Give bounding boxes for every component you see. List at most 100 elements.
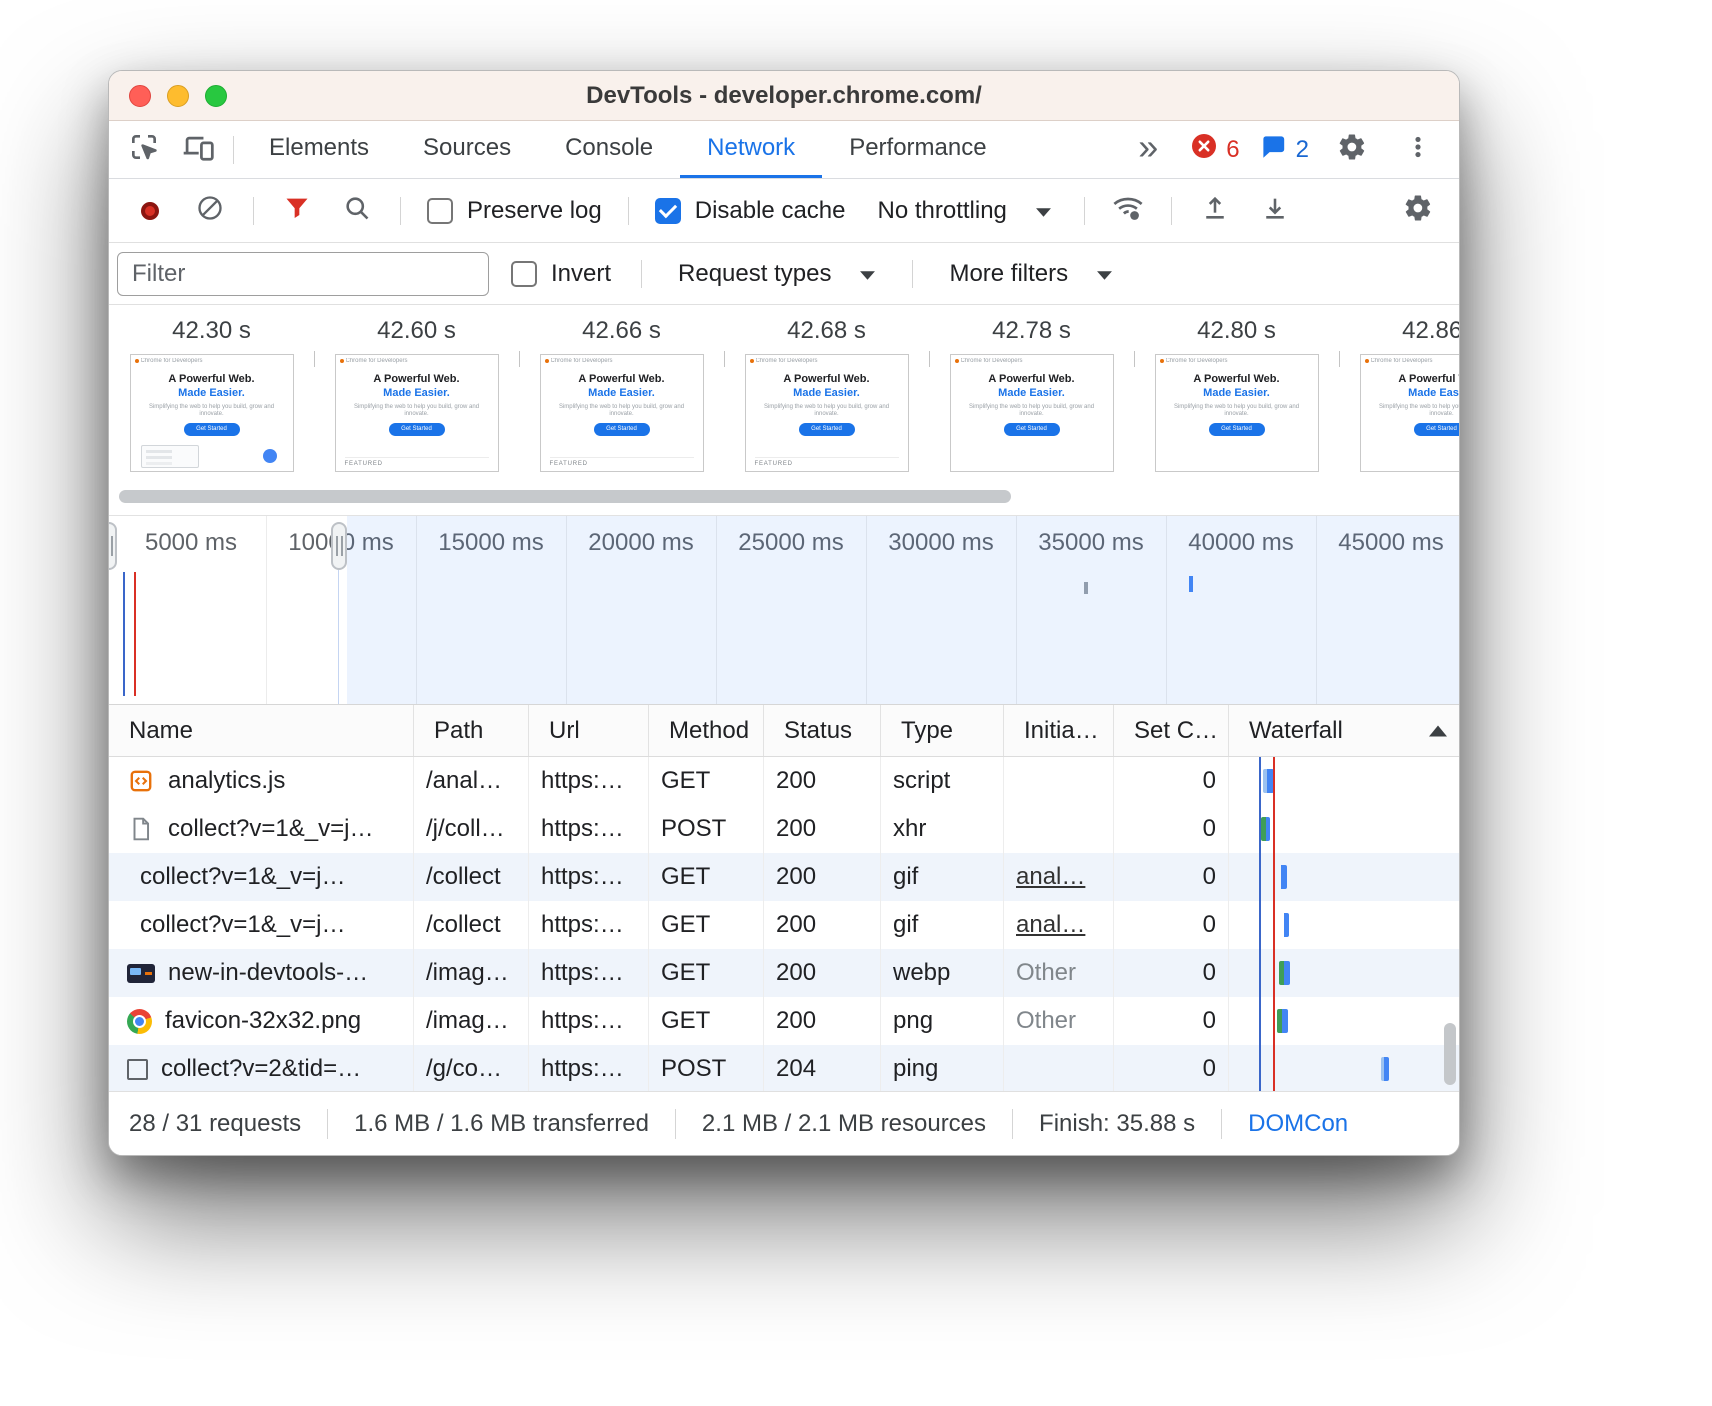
minimize-window-button[interactable] [167, 85, 189, 107]
column-header-status[interactable]: Status [764, 705, 881, 756]
filmstrip-frame[interactable]: 42.78 sChrome for DevelopersA Powerful W… [929, 305, 1134, 477]
import-har-button[interactable] [1190, 188, 1240, 234]
cell-method: POST [649, 1045, 764, 1091]
tab-network[interactable]: Network [680, 121, 822, 178]
status-domcontentloaded-link[interactable]: DOMCon [1248, 1110, 1348, 1138]
table-row[interactable]: collect?v=1&_v=j…/j/coll…https:…POST200x… [109, 805, 1459, 853]
tab-performance[interactable]: Performance [822, 121, 1013, 178]
network-conditions-button[interactable] [1103, 188, 1153, 234]
cell-type: ping [881, 1045, 1004, 1091]
table-row[interactable]: analytics.js/anal…https:…GET200script0 [109, 757, 1459, 805]
column-header-name[interactable]: Name [109, 705, 414, 756]
timeline-overview[interactable]: 5000 ms10000 ms15000 ms20000 ms25000 ms3… [109, 515, 1459, 705]
cell-path: /collect [414, 853, 529, 901]
column-header-url[interactable]: Url [529, 705, 649, 756]
cell-name: collect?v=1&_v=j… [109, 901, 414, 949]
waterfall-bars [1281, 865, 1287, 889]
throttling-select[interactable]: No throttling [863, 197, 1065, 225]
cell-type: gif [881, 853, 1004, 901]
more-options-button[interactable] [1391, 127, 1445, 173]
column-header-setc[interactable]: Set C… [1114, 705, 1229, 756]
left-range-handle[interactable] [109, 522, 117, 570]
device-toolbar-button[interactable] [171, 127, 225, 173]
checkbox-icon [427, 198, 453, 224]
network-settings-button[interactable] [1393, 188, 1443, 234]
cell-status: 200 [764, 997, 881, 1045]
filter-toggle-button[interactable] [272, 188, 322, 234]
cell-path: /j/coll… [414, 805, 529, 853]
chrome-file-icon [127, 1009, 152, 1034]
featured-label: FEATURED [550, 457, 694, 467]
column-label: Initia… [1024, 717, 1099, 745]
filmstrip-frame[interactable]: 42.66 sChrome for DevelopersA Powerful W… [519, 305, 724, 477]
invert-checkbox[interactable]: Invert [503, 260, 619, 288]
waterfall-segment [1266, 817, 1270, 841]
table-row[interactable]: collect?v=1&_v=j…/collecthttps:…GET200gi… [109, 853, 1459, 901]
zoom-window-button[interactable] [205, 85, 227, 107]
search-button[interactable] [332, 188, 382, 234]
timeline-gridline [266, 516, 267, 704]
initiator-link[interactable]: anal… [1016, 911, 1085, 939]
preserve-log-checkbox[interactable]: Preserve log [419, 197, 610, 225]
filmstrip-frame[interactable]: 42.60 sChrome for DevelopersA Powerful W… [314, 305, 519, 477]
site-logo-icon [1160, 359, 1164, 363]
disable-cache-checkbox[interactable]: Disable cache [647, 197, 854, 225]
waterfall-domcontentloaded-line [1259, 757, 1261, 1091]
column-header-type[interactable]: Type [881, 705, 1004, 756]
vertical-scrollbar-thumb[interactable] [1444, 1023, 1456, 1085]
table-row[interactable]: favicon-32x32.png/imag…https:…GET200pngO… [109, 997, 1459, 1045]
download-icon [1261, 194, 1289, 227]
site-header-text: Chrome for Developers [141, 358, 203, 364]
request-types-select[interactable]: Request types [664, 260, 890, 288]
waterfall-segment [1384, 1057, 1389, 1081]
table-row[interactable]: collect?v=1&_v=j…/collecthttps:…GET200gi… [109, 901, 1459, 949]
hero-heading-1: A Powerful Web. [1361, 373, 1460, 387]
more-tabs-icon: » [1138, 129, 1158, 165]
hero-heading-2: Made Easier. [1361, 387, 1460, 401]
issues-badge[interactable]: 2 [1256, 133, 1313, 167]
site-logo-icon [545, 359, 549, 363]
filmstrip-frame[interactable]: 42.80 sChrome for DevelopersA Powerful W… [1134, 305, 1339, 477]
toolbar-divider [912, 260, 913, 288]
table-row[interactable]: collect?v=2&tid=…/g/co…https:…POST204pin… [109, 1045, 1459, 1091]
horizontal-scrollbar-thumb[interactable] [119, 490, 1011, 503]
close-window-button[interactable] [129, 85, 151, 107]
request-name: new-in-devtools-… [168, 959, 368, 987]
settings-button[interactable] [1325, 127, 1379, 173]
cell-status: 204 [764, 1045, 881, 1091]
initiator-link[interactable]: anal… [1016, 863, 1085, 891]
cell-method: GET [649, 901, 764, 949]
right-range-handle[interactable] [331, 522, 347, 570]
filmstrip-frame[interactable]: 42.30 sChrome for DevelopersA Powerful W… [109, 305, 314, 477]
filter-input[interactable] [117, 252, 489, 296]
issues-count: 2 [1296, 136, 1309, 164]
chevron-down-icon [1096, 260, 1113, 288]
cell-type: script [881, 757, 1004, 805]
tab-sources[interactable]: Sources [396, 121, 538, 178]
column-header-waterfall[interactable]: Waterfall [1229, 705, 1459, 756]
column-header-path[interactable]: Path [414, 705, 529, 756]
inspect-element-button[interactable] [117, 127, 171, 173]
status-divider [675, 1109, 676, 1139]
tab-console[interactable]: Console [538, 121, 680, 178]
tab-elements[interactable]: Elements [242, 121, 396, 178]
toolbar-divider [233, 136, 234, 164]
filmstrip-frame[interactable]: 42.86 sChrome for DevelopersA Powerful W… [1339, 305, 1459, 477]
column-header-method[interactable]: Method [649, 705, 764, 756]
more-filters-select[interactable]: More filters [935, 260, 1127, 288]
thumb-hero: A Powerful Web.Made Easier.Simplifying t… [336, 373, 498, 436]
clear-button[interactable] [185, 188, 235, 234]
thumb-site-header: Chrome for Developers [131, 355, 293, 366]
export-har-button[interactable] [1250, 188, 1300, 234]
column-header-initia[interactable]: Initia… [1004, 705, 1114, 756]
thumb-site-header: Chrome for Developers [336, 355, 498, 366]
cell-waterfall [1229, 901, 1459, 949]
more-tabs-button[interactable]: » [1121, 127, 1175, 173]
selection-guide-line [338, 570, 339, 704]
filmstrip-frame[interactable]: 42.68 sChrome for DevelopersA Powerful W… [724, 305, 929, 477]
window-titlebar[interactable]: DevTools - developer.chrome.com/ [109, 71, 1459, 121]
error-badge[interactable]: 6 [1187, 133, 1243, 166]
record-button[interactable] [125, 188, 175, 234]
cell-waterfall [1229, 997, 1459, 1045]
table-row[interactable]: new-in-devtools-…/imag…https:…GET200webp… [109, 949, 1459, 997]
